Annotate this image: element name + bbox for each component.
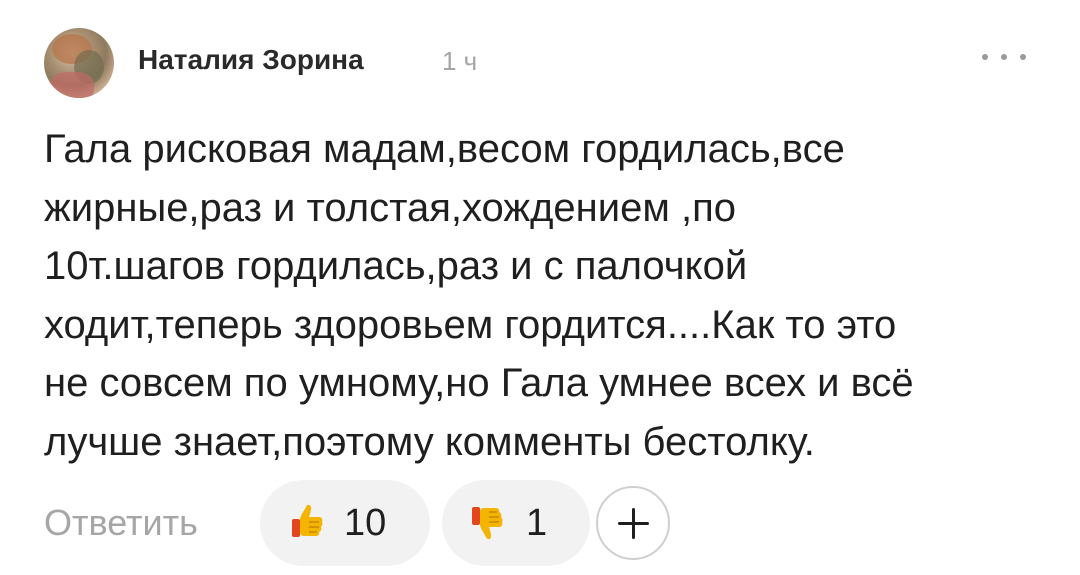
comment-actions: Ответить 10 1 bbox=[44, 478, 1044, 568]
comment-text-line: жирные,раз и толстая,хождением ,по bbox=[44, 185, 736, 230]
avatar[interactable] bbox=[44, 28, 114, 98]
comment-text-line: ходит,теперь здоровьем гордится....Как т… bbox=[44, 302, 897, 347]
dislike-button[interactable]: 1 bbox=[442, 480, 590, 566]
comment-text-line: не совсем по умному,но Гала умнее всех и… bbox=[44, 361, 914, 405]
more-dot-icon bbox=[982, 54, 988, 60]
comment-text-line: лучше знает,поэтому комменты бестолку. bbox=[44, 419, 815, 464]
comment-header: Наталия Зорина 1 ч bbox=[44, 28, 1034, 98]
add-reaction-button[interactable] bbox=[596, 486, 670, 560]
comment-time: 1 ч bbox=[442, 46, 478, 76]
reply-button[interactable]: Ответить bbox=[44, 502, 198, 544]
more-options-button[interactable] bbox=[982, 42, 1026, 72]
thumbs-up-emoji-icon bbox=[292, 504, 323, 537]
more-dot-icon bbox=[1001, 54, 1007, 60]
comment-text-line: Гала рисковая мадам,весом гордилась,все bbox=[44, 127, 845, 171]
comment-text-line: 10т.шагов гордилась,раз и с палочкой bbox=[44, 244, 748, 288]
like-count: 10 bbox=[344, 502, 387, 544]
plus-icon bbox=[632, 508, 635, 539]
like-button[interactable]: 10 bbox=[260, 480, 430, 566]
more-dot-icon bbox=[1020, 54, 1026, 60]
author-name[interactable]: Наталия Зорина bbox=[138, 44, 364, 76]
comment-card: Наталия Зорина 1 ч Гала рисковая мадам,в… bbox=[0, 0, 1080, 575]
dislike-count: 1 bbox=[526, 502, 548, 544]
thumbs-down-emoji-icon bbox=[472, 507, 503, 540]
avatar-cloth-shape bbox=[50, 72, 94, 98]
comment-text: Гала рисковая мадам,весом гордилась,все … bbox=[44, 120, 1044, 471]
